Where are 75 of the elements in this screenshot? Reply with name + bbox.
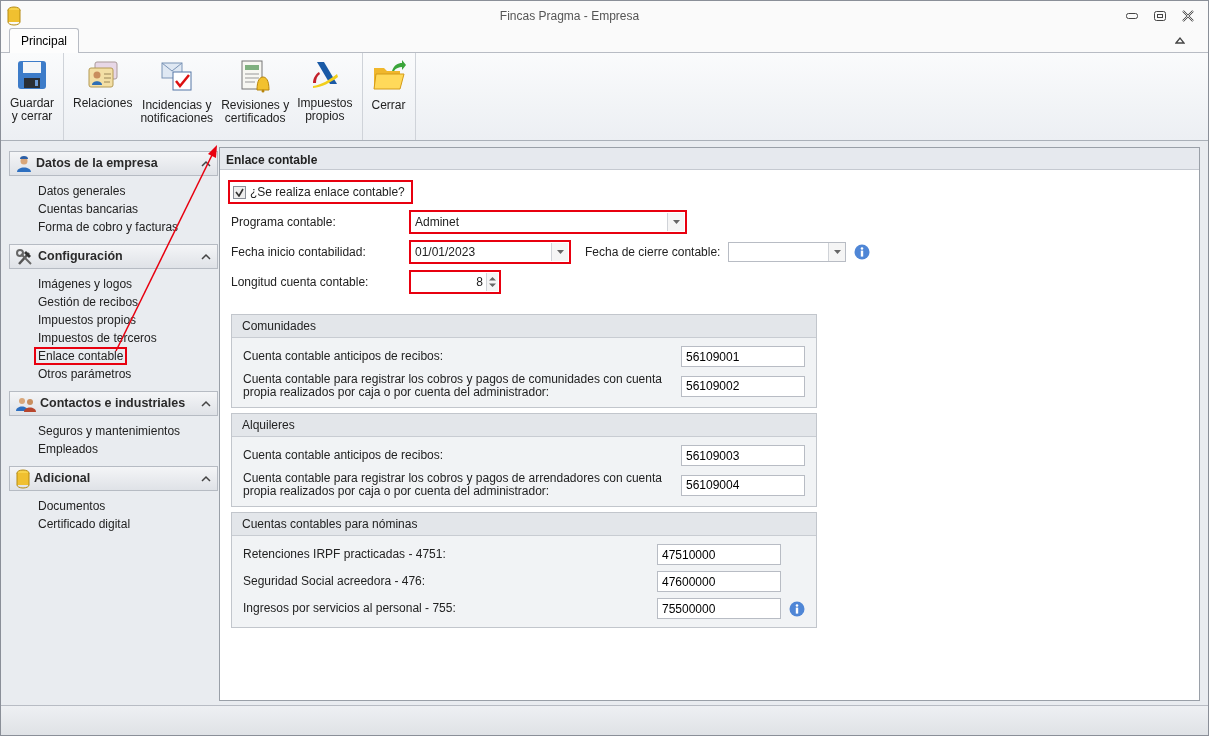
field-label: Cuenta contable para registrar los cobros y pagos de arrendadores con cuenta propia realizados por caja o por cuenta del administrador: [243,472,663,498]
ribbon-button[interactable]: Relaciones [70,57,136,136]
ribbon-button[interactable]: Incidencias y notificaciones [137,57,217,136]
sidebar-item[interactable]: Otros parámetros [34,365,136,383]
text-field[interactable]: 47510000 [657,544,781,565]
text-field[interactable]: 56109002 [681,375,805,397]
collapse-caret-icon[interactable] [201,399,211,408]
collapse-caret-icon[interactable] [201,159,211,168]
field-label: Retenciones IRPF practicadas - 4751: [243,548,447,561]
notepad-bell-icon [238,59,273,93]
section-title: Configuración [38,248,123,266]
dropdown-arrow-icon[interactable] [833,250,841,254]
section-header[interactable]: Contactos e industriales [9,391,218,416]
id-cards-icon [86,59,119,91]
checkbox[interactable] [233,185,246,199]
field-label: Programa contable: [231,214,337,231]
info-icon[interactable] [789,600,805,617]
sidebar-item[interactable]: Empleados [34,440,103,458]
close-icon [1182,10,1194,22]
field-label: Fecha de cierre contable: [585,244,721,261]
ribbon-button[interactable]: Cerrar [368,57,409,136]
minimize-icon [1126,13,1138,19]
text-field[interactable]: 56109003 [681,445,805,466]
sidebar-item[interactable]: Gestión de recibos [34,293,143,311]
field-label: Cuenta contable anticipos de recibos: [243,449,445,462]
dropdown-arrow-icon[interactable] [556,250,564,254]
section-title: Adicional [34,470,91,488]
sidebar-item[interactable]: Datos generales [34,182,130,200]
ribbon-button[interactable]: Guardar y cerrar [7,57,58,136]
section-header[interactable]: Adicional [9,466,218,491]
folder-arrow-icon [371,59,406,93]
field-label: Cuenta contable anticipos de recibos: [243,350,445,363]
ribbon-button[interactable]: Revisiones y certificados [218,57,293,136]
section-title: Contactos e industriales [40,395,186,413]
sidebar-item[interactable]: Cuentas bancarias [34,200,143,218]
group-title: Comunidades [232,315,816,338]
text-field[interactable]: 56109004 [681,474,805,496]
window-title: Fincas Pragma - Empresa [498,8,641,25]
text-field[interactable]: 56109001 [681,346,805,367]
dropdown-field[interactable] [728,242,847,262]
ribbon-button[interactable]: Impuestos propios [294,57,356,136]
text-field[interactable]: 75500000 [657,598,781,619]
check-icon [235,187,244,197]
section-header[interactable]: Configuración [9,244,218,269]
spin-arrows-icon[interactable] [489,276,496,288]
field-label: Longitud cuenta contable: [231,274,370,291]
text-field[interactable]: 47600000 [657,571,781,592]
restore-icon [1154,11,1166,21]
section-header[interactable]: Datos de la empresa [9,151,218,176]
collapse-caret-icon[interactable] [201,252,211,261]
field-label: Cuenta contable para registrar los cobros y pagos de comunidades con cuenta propia realizados por caja o por cuenta del administrador: [243,373,663,399]
sidebar-item[interactable]: Seguros y mantenimientos [34,422,185,440]
people-icon [16,395,36,412]
sidebar-item[interactable]: Certificado digital [34,515,135,533]
cylinder-icon [7,6,21,26]
field-label: Fecha inicio contabilidad: [231,244,367,261]
field-label: Seguridad Social acreedora - 476: [243,575,427,588]
ribbon-tab[interactable]: Principal [9,28,80,53]
info-icon[interactable] [854,244,871,260]
caret-up-icon [1175,36,1185,44]
hammer-wrench-icon [16,248,34,265]
cylinder-icon [16,468,30,489]
section-title: Datos de la empresa [36,155,158,173]
envelope-check-icon [159,59,194,93]
group-title: Cuentas contables para nóminas [232,513,816,536]
group-title: Alquileres [232,414,816,437]
panel-title: Enlace contable [220,148,1199,170]
person-icon [16,155,32,172]
sidebar-item[interactable]: Documentos [34,497,110,515]
field-label: Ingresos por servicios al personal - 755: [243,602,457,615]
checkbox-label: ¿Se realiza enlace contable? [250,184,405,201]
collapse-caret-icon[interactable] [201,474,211,483]
sidebar-item[interactable]: Enlace contable [34,347,128,365]
sidebar-item[interactable]: Imágenes y logos [34,275,137,293]
dropdown-arrow-icon[interactable] [672,220,680,224]
